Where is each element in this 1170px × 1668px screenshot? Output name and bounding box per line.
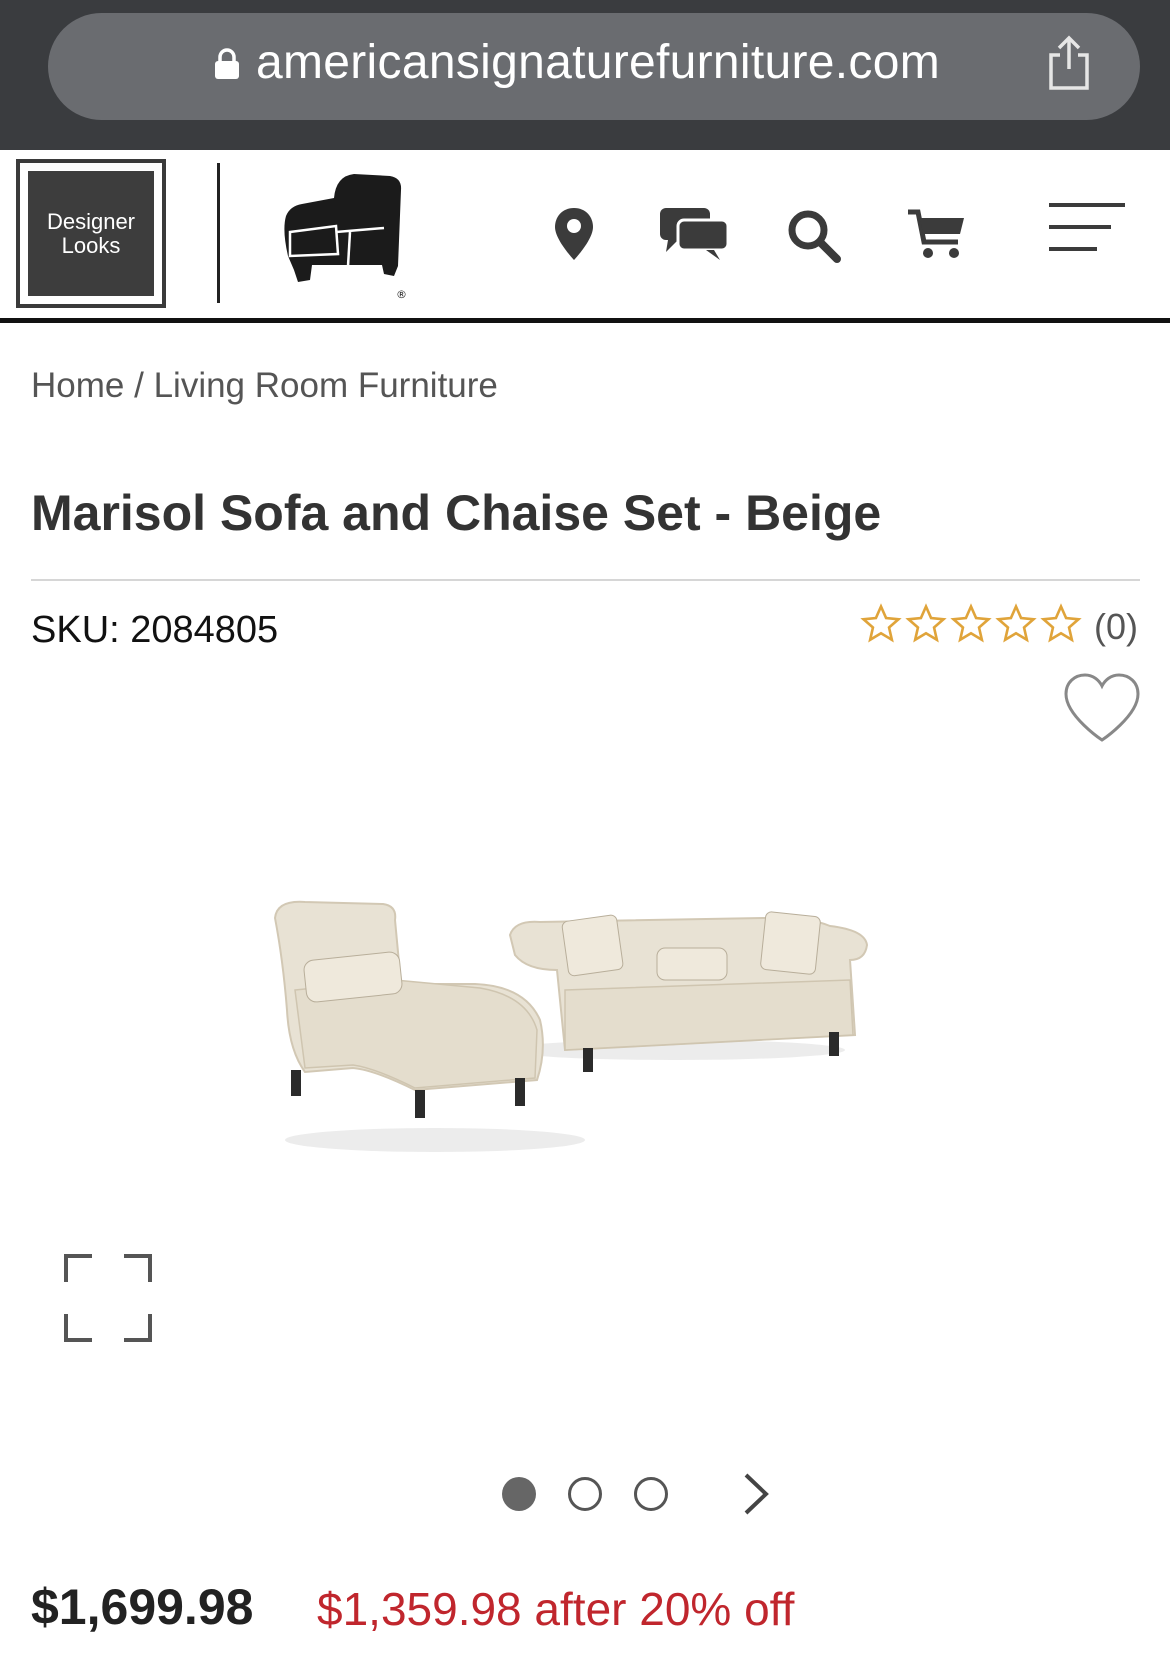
regular-price: $1,699.98 [31,1579,254,1635]
expand-fullscreen-icon[interactable] [64,1254,152,1342]
breadcrumb-separator: / [134,366,144,405]
chat-icon[interactable] [658,206,730,262]
breadcrumb-home[interactable]: Home [31,366,124,405]
carousel-dot-1[interactable] [502,1477,536,1511]
star-icon [860,603,902,643]
chevron-right-icon[interactable] [740,1471,770,1517]
location-icon[interactable] [553,206,595,262]
star-icon [905,603,947,643]
product-image[interactable] [265,900,905,1180]
breadcrumb: Home / Living Room Furniture [31,366,498,406]
review-count[interactable]: (0) [1094,606,1138,648]
star-icon [950,603,992,643]
lock-icon [215,48,239,79]
carousel-dot-2[interactable] [568,1477,602,1511]
product-sku: SKU: 2084805 [31,609,279,651]
rating-stars[interactable] [860,602,1085,646]
menu-icon[interactable] [1049,203,1125,253]
sale-price: $1,359.98 after 20% off [317,1583,795,1635]
cart-icon[interactable] [906,208,966,260]
breadcrumb-category[interactable]: Living Room Furniture [154,366,498,405]
logo-text-line1: Designer [46,208,136,234]
share-icon[interactable] [1046,33,1092,91]
svg-text:®: ® [396,288,407,300]
designer-looks-logo[interactable]: Designer Looks [16,159,166,308]
star-icon [1040,603,1082,643]
url-text[interactable]: americansignaturefurniture.com [256,30,940,96]
header-divider [217,163,220,303]
chair-logo-icon[interactable]: ® [272,170,412,300]
title-divider [31,579,1140,581]
product-title: Marisol Sofa and Chaise Set - Beige [31,485,882,541]
heart-icon[interactable] [1062,672,1142,744]
search-icon[interactable] [786,208,842,264]
logo-text-line2: Looks [61,232,121,258]
star-icon [995,603,1037,643]
carousel-dot-3[interactable] [634,1477,668,1511]
header-divider-line [0,318,1170,323]
